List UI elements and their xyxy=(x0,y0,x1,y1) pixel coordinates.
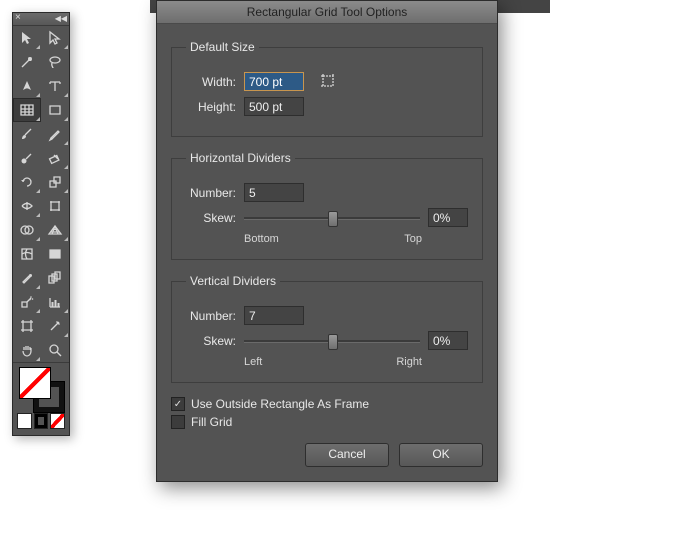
dialog-title[interactable]: Rectangular Grid Tool Options xyxy=(157,1,497,24)
cancel-button[interactable]: Cancel xyxy=(305,443,389,467)
rectangular-grid-tool[interactable] xyxy=(13,98,41,122)
lasso-tool[interactable] xyxy=(41,50,69,74)
close-icon[interactable]: × xyxy=(15,12,21,23)
free-transform-tool[interactable] xyxy=(41,194,69,218)
paintbrush-tool[interactable] xyxy=(13,122,41,146)
number-label: Number: xyxy=(186,309,236,323)
fill-stroke-swatch[interactable] xyxy=(13,363,69,411)
default-size-group: Default Size Width: Height: xyxy=(171,40,483,137)
hdiv-skew-slider[interactable] xyxy=(244,209,420,227)
pen-tool[interactable] xyxy=(13,74,41,98)
fill-swatch[interactable] xyxy=(19,367,51,399)
none-mode-swatch[interactable] xyxy=(50,413,65,429)
height-input[interactable] xyxy=(244,97,304,116)
vdiv-number-input[interactable] xyxy=(244,306,304,325)
vdiv-skew-slider[interactable] xyxy=(244,332,420,350)
tools-panel-header[interactable]: × ◀◀ xyxy=(13,13,69,26)
eraser-tool[interactable] xyxy=(41,146,69,170)
mesh-tool[interactable] xyxy=(13,242,41,266)
horizontal-dividers-group: Horizontal Dividers Number: Skew: Bottom… xyxy=(171,151,483,260)
skew-label: Skew: xyxy=(186,211,236,225)
hand-tool[interactable] xyxy=(13,338,41,362)
group-title: Vertical Dividers xyxy=(186,274,280,288)
tools-panel: × ◀◀ xyxy=(12,12,70,436)
checkbox-icon: ✓ xyxy=(171,397,185,411)
checkbox-icon xyxy=(171,415,185,429)
width-label: Width: xyxy=(186,75,236,89)
collapse-icon[interactable]: ◀◀ xyxy=(55,14,67,23)
selection-tool[interactable] xyxy=(13,26,41,50)
constrain-proportions-icon[interactable] xyxy=(320,73,338,91)
scale-tool[interactable] xyxy=(41,170,69,194)
checkbox-label: Fill Grid xyxy=(191,415,232,429)
zoom-tool[interactable] xyxy=(41,338,69,362)
gradient-tool[interactable] xyxy=(41,242,69,266)
shape-builder-tool[interactable] xyxy=(13,218,41,242)
group-title: Horizontal Dividers xyxy=(186,151,295,165)
number-label: Number: xyxy=(186,186,236,200)
skew-label: Skew: xyxy=(186,334,236,348)
skew-left-label: Bottom xyxy=(244,233,279,245)
rectangle-tool[interactable] xyxy=(41,98,69,122)
rotate-tool[interactable] xyxy=(13,170,41,194)
color-mode-swatch[interactable] xyxy=(17,413,32,429)
magic-wand-tool[interactable] xyxy=(13,50,41,74)
use-outside-checkbox[interactable]: ✓ Use Outside Rectangle As Frame xyxy=(171,397,483,411)
column-graph-tool[interactable] xyxy=(41,290,69,314)
height-label: Height: xyxy=(186,100,236,114)
vertical-dividers-group: Vertical Dividers Number: Skew: Left Rig… xyxy=(171,274,483,383)
grid-options-dialog: Rectangular Grid Tool Options Default Si… xyxy=(156,0,498,482)
skew-right-label: Right xyxy=(396,356,422,368)
width-tool[interactable] xyxy=(13,194,41,218)
slice-tool[interactable] xyxy=(41,314,69,338)
vdiv-skew-value[interactable] xyxy=(428,331,468,350)
hdiv-number-input[interactable] xyxy=(244,183,304,202)
perspective-grid-tool[interactable] xyxy=(41,218,69,242)
symbol-sprayer-tool[interactable] xyxy=(13,290,41,314)
blob-brush-tool[interactable] xyxy=(13,146,41,170)
fill-grid-checkbox[interactable]: Fill Grid xyxy=(171,415,483,429)
blend-tool[interactable] xyxy=(41,266,69,290)
group-title: Default Size xyxy=(186,40,259,54)
skew-left-label: Left xyxy=(244,356,262,368)
eyedropper-tool[interactable] xyxy=(13,266,41,290)
skew-right-label: Top xyxy=(404,233,422,245)
ok-button[interactable]: OK xyxy=(399,443,483,467)
hdiv-skew-value[interactable] xyxy=(428,208,468,227)
width-input[interactable] xyxy=(244,72,304,91)
pencil-tool[interactable] xyxy=(41,122,69,146)
artboard-tool[interactable] xyxy=(13,314,41,338)
gradient-mode-swatch[interactable] xyxy=(34,413,49,429)
checkbox-label: Use Outside Rectangle As Frame xyxy=(191,397,369,411)
direct-selection-tool[interactable] xyxy=(41,26,69,50)
type-tool[interactable] xyxy=(41,74,69,98)
